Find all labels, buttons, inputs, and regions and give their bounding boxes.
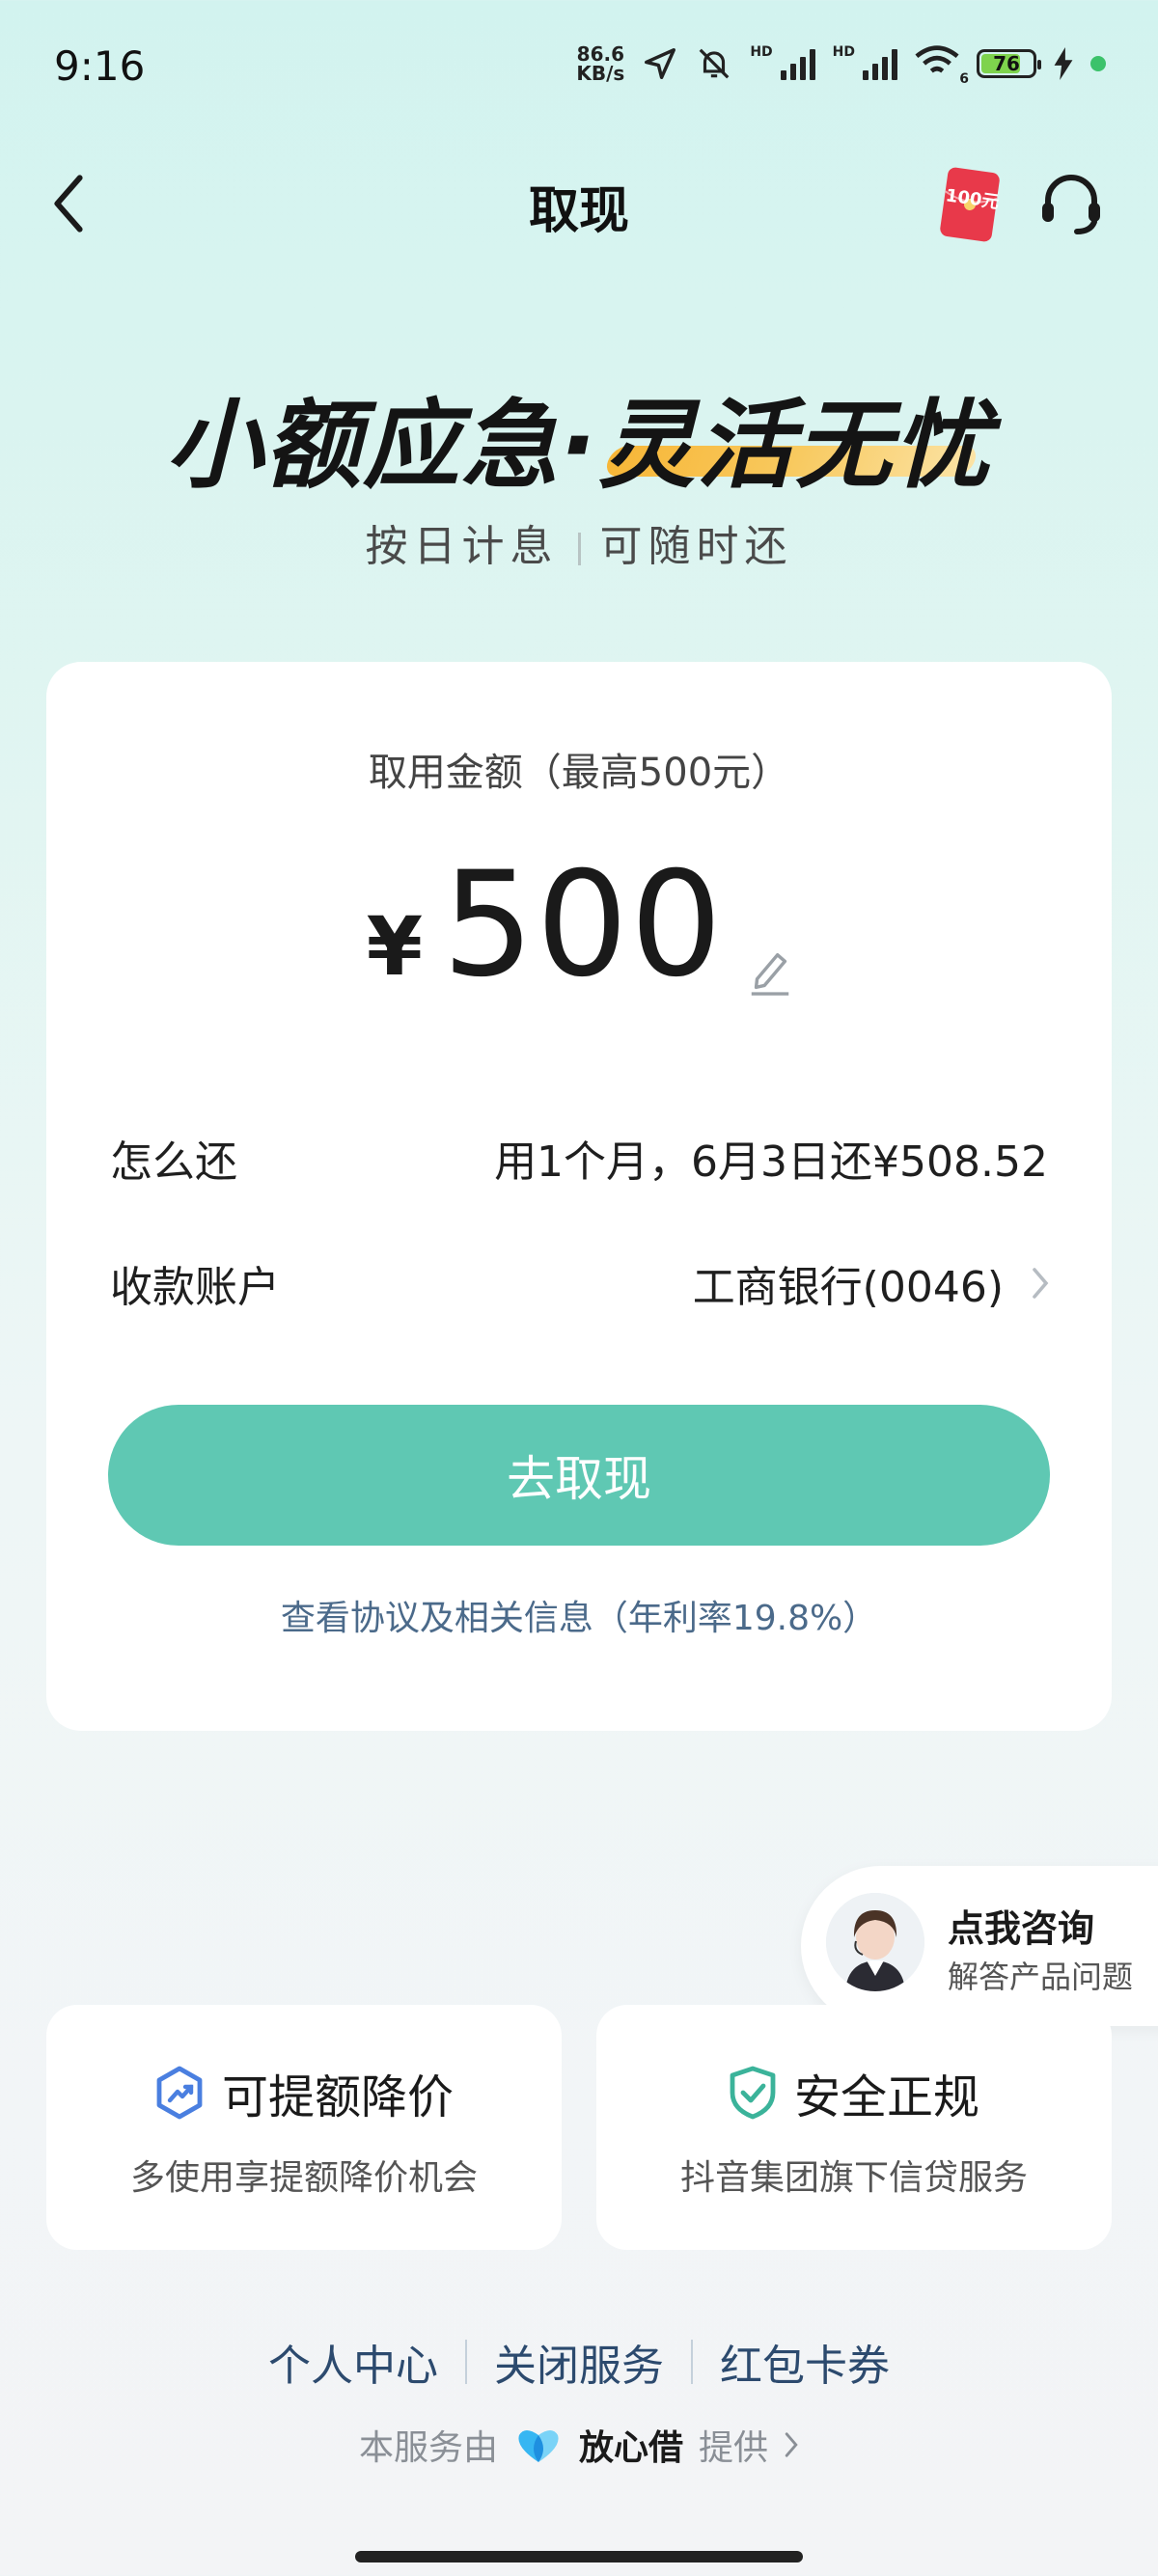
consultant-avatar-icon: [826, 1893, 924, 1991]
signal-2-tag: HD: [832, 44, 855, 60]
amount-row: ¥ 500: [0, 841, 1158, 1009]
footer-divider: [465, 2340, 467, 2384]
red-packet-button[interactable]: 100元: [938, 166, 1002, 243]
hero-sub-divider: [577, 533, 581, 565]
account-label[interactable]: 收款账户: [110, 1252, 280, 1314]
feature-card-safety[interactable]: 安全正规 抖音集团旗下信贷服务: [596, 2005, 1112, 2250]
repay-value: 用1个月，6月3日还¥508.52: [494, 1137, 1048, 1187]
agreement-link[interactable]: 查看协议及相关信息（年利率19.8%）: [0, 1590, 1158, 1640]
location-icon: [645, 48, 676, 79]
provider-brand: 放心借: [578, 2428, 683, 2468]
home-indicator[interactable]: [355, 2551, 803, 2562]
footer-link-profile[interactable]: 个人中心: [268, 2331, 438, 2393]
brand-logo-icon: [518, 2430, 559, 2462]
network-speed: 86.6 KB/s: [576, 44, 624, 83]
network-speed-value: 86.6: [576, 42, 625, 66]
account-selector[interactable]: 工商银行(0046): [693, 1252, 1050, 1314]
currency-symbol: ¥: [366, 899, 424, 994]
customer-service-button[interactable]: [1036, 170, 1106, 239]
amount-label: 取用金额（最高500元）: [368, 751, 790, 795]
feature-title-row: 安全正规: [596, 2059, 1112, 2126]
edit-amount-icon[interactable]: [749, 947, 791, 996]
network-speed-unit: KB/s: [576, 62, 625, 85]
feature-subtitle: 抖音集团旗下信贷服务: [679, 2158, 1028, 2198]
hero-subtitle: 按日计息 可随时还: [0, 511, 1158, 573]
footer-link-coupons[interactable]: 红包卡券: [720, 2331, 890, 2393]
withdraw-card: [46, 662, 1112, 1731]
battery-level: 76: [993, 52, 1020, 75]
charging-icon: [1054, 47, 1073, 80]
consult-title: 点我咨询: [948, 1907, 1095, 1950]
signal-icon: [780, 47, 815, 80]
consult-subtitle: 解答产品问题: [948, 1959, 1134, 1995]
provider-prefix: 本服务由: [358, 2428, 498, 2468]
repay-label: 怎么还: [110, 1137, 237, 1187]
wifi-badge: 6: [959, 71, 969, 87]
account-value: 工商银行(0046): [692, 1263, 1004, 1312]
provider-line[interactable]: 本服务由 放心借 提供: [0, 2420, 1158, 2470]
amount-value[interactable]: 500: [442, 841, 724, 1009]
consultant-avatar: [826, 1893, 924, 1991]
footer-links: 个人中心 关闭服务 红包卡券: [0, 2331, 1158, 2393]
privacy-indicator: [1090, 56, 1106, 71]
check-shield-icon: [730, 2066, 776, 2120]
feature-title: 安全正规: [793, 2070, 979, 2124]
hero-title: 小额应急·灵活无忧: [0, 367, 1158, 507]
footer-link-close-service[interactable]: 关闭服务: [494, 2331, 664, 2393]
status-time: 9:16: [54, 42, 146, 90]
provider-suffix: 提供: [699, 2428, 769, 2468]
feature-title: 可提额降价: [221, 2070, 454, 2124]
footer-divider: [691, 2340, 693, 2384]
trend-up-shield-icon: [156, 2066, 203, 2120]
wifi-icon: 6: [915, 44, 969, 87]
hero-title-part1: 小额应急·: [166, 389, 598, 502]
feature-card-limit[interactable]: 可提额降价 多使用享提额降价机会: [46, 2005, 562, 2250]
feature-title-row: 可提额降价: [46, 2059, 562, 2126]
hero-title-part2: 灵活无忧: [598, 389, 992, 502]
customer-service-icon: [1042, 175, 1100, 234]
hero-sub-right: 可随时还: [599, 522, 793, 571]
battery-icon: 76: [977, 49, 1041, 78]
withdraw-button[interactable]: 去取现: [108, 1405, 1050, 1546]
signal-1-tag: HD: [750, 44, 773, 60]
mute-bell-icon: [699, 48, 730, 79]
chevron-right-icon: [785, 2432, 798, 2457]
feature-subtitle: 多使用享提额降价机会: [129, 2158, 478, 2198]
signal-icon: [863, 47, 897, 80]
chevron-right-icon: [1033, 1268, 1049, 1299]
hero-sub-left: 按日计息: [365, 522, 559, 571]
status-icons: 86.6 KB/s HD HD 6 76: [576, 44, 1106, 87]
